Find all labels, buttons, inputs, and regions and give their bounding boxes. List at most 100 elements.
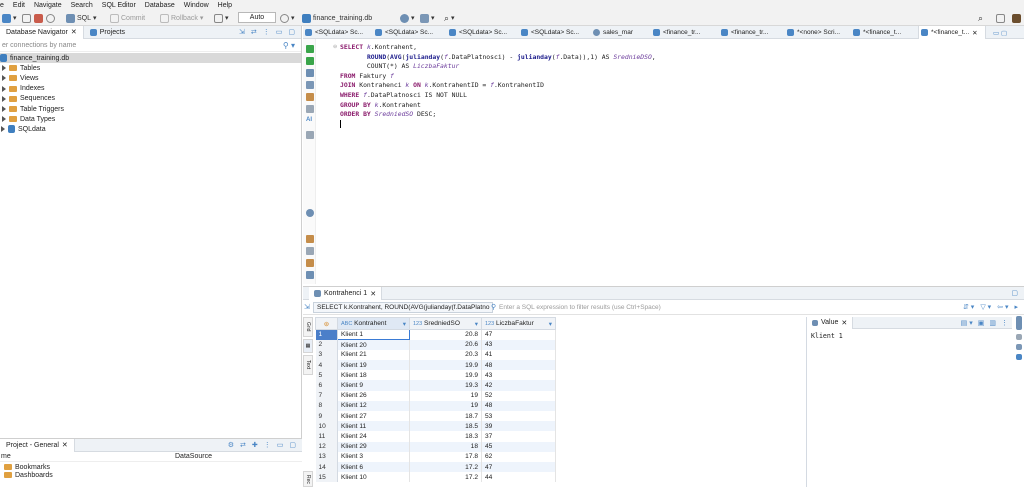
row-number[interactable]: 13 — [315, 451, 338, 462]
row-header-corner[interactable]: ⊛ — [315, 317, 338, 330]
format-icon[interactable] — [306, 81, 314, 89]
column-header-kontrahent[interactable]: ABC Kontrahent ▾ — [337, 317, 410, 330]
import-icon[interactable] — [306, 259, 314, 267]
tab-database-navigator[interactable]: Database Navigator ✕ — [0, 25, 84, 39]
table-row[interactable]: 12 Klient 29 18 45 — [315, 441, 556, 452]
menu-navigate[interactable]: Navigate — [34, 2, 62, 9]
filter-icon[interactable]: ⚲ — [491, 303, 496, 311]
cell-srednie-dso[interactable]: 20.6 — [409, 339, 482, 350]
cell-srednie-dso[interactable]: 18.3 — [409, 431, 482, 442]
sql-editor-button[interactable]: SQL ▾ — [66, 13, 97, 23]
panel-toggle-icon[interactable] — [1016, 316, 1022, 330]
cell-srednie-dso[interactable]: 19.3 — [409, 380, 482, 391]
tree-item-views[interactable]: Views — [0, 73, 301, 83]
tree-item-finance-training-db[interactable]: finance_training.db — [0, 53, 301, 64]
save-value-icon[interactable]: ▣ — [978, 319, 985, 327]
table-row[interactable]: 15 Klient 10 17.2 44 — [315, 472, 556, 483]
refresh-button[interactable] — [46, 13, 55, 23]
cell-kontrahent[interactable]: Klient 26 — [337, 390, 410, 401]
tree-item-data-types[interactable]: Data Types — [0, 114, 301, 124]
close-icon[interactable]: ✕ — [972, 29, 977, 37]
global-search-button[interactable]: ⌕ — [978, 13, 983, 23]
new-connection-button[interactable]: ▾ — [2, 13, 17, 23]
cell-srednie-dso[interactable]: 20.3 — [409, 349, 482, 361]
cell-liczba-faktur[interactable]: 43 — [481, 339, 556, 350]
apply-filter-icon[interactable]: ▽ ▾ — [980, 303, 991, 311]
menu-search[interactable]: Search — [71, 2, 93, 9]
filter-options-icon[interactable]: ⚲ ▾ — [283, 41, 295, 50]
column-name[interactable]: me — [0, 453, 175, 460]
cell-kontrahent[interactable]: Klient 21 — [337, 349, 410, 361]
auto-commit-select[interactable]: Auto — [238, 12, 276, 23]
row-number[interactable]: 14 — [315, 461, 338, 473]
table-row[interactable]: 5 Klient 18 19.9 43 — [315, 370, 556, 381]
cell-kontrahent[interactable]: Klient 3 — [337, 451, 410, 462]
cell-liczba-faktur[interactable]: 52 — [481, 390, 556, 401]
cell-kontrahent[interactable]: Klient 20 — [337, 339, 410, 350]
cell-liczba-faktur[interactable]: 53 — [481, 411, 556, 422]
row-number[interactable]: 2 — [315, 339, 338, 350]
ai-icon[interactable]: AI — [306, 117, 314, 125]
close-icon[interactable]: ✕ — [841, 319, 847, 327]
history-button[interactable]: ▾ — [280, 13, 295, 23]
cell-liczba-faktur[interactable]: 47 — [481, 461, 556, 473]
cell-srednie-dso[interactable]: 19 — [409, 400, 482, 411]
connect-button[interactable] — [22, 13, 31, 23]
expand-arrow-icon[interactable] — [2, 106, 6, 113]
collapse-icon[interactable]: ⇲ — [239, 28, 245, 36]
filter-history-icon[interactable]: ⇵ ▾ — [963, 303, 974, 311]
cell-srednie-dso[interactable]: 19.9 — [409, 370, 482, 381]
cell-liczba-faktur[interactable]: 44 — [481, 472, 556, 483]
execute-icon[interactable] — [306, 45, 314, 53]
content-view-icon[interactable]: ▤ ▾ — [961, 319, 973, 327]
table-row[interactable]: 8 Klient 12 19 48 — [315, 400, 556, 411]
editor-tab-2[interactable]: <SQLdata> Sc... — [375, 26, 439, 39]
tools-button[interactable]: ▾ — [420, 13, 435, 23]
cell-kontrahent[interactable]: Klient 1 — [337, 328, 410, 341]
transaction-mode-button[interactable]: ▾ — [214, 13, 229, 23]
column-header-liczba-faktur[interactable]: 123 LiczbaFaktur ▾ — [481, 317, 556, 330]
row-number[interactable]: 1 — [315, 329, 338, 340]
cell-kontrahent[interactable]: Klient 18 — [337, 370, 410, 381]
references-icon[interactable] — [1016, 344, 1022, 350]
tree-item-table-triggers[interactable]: Table Triggers — [0, 104, 301, 114]
row-number[interactable]: 10 — [315, 421, 338, 432]
row-number[interactable]: 9 — [315, 411, 338, 422]
close-icon[interactable]: ✕ — [370, 290, 376, 298]
column-header-srednie-dso[interactable]: 123 SredniedSO ▾ — [409, 317, 482, 330]
expand-arrow-icon[interactable] — [2, 85, 6, 92]
cell-liczba-faktur[interactable]: 37 — [481, 431, 556, 442]
disconnect-button[interactable] — [34, 13, 43, 23]
menu-database[interactable]: Database — [145, 2, 175, 9]
sql-editor[interactable]: AI ⊖ SELECT k.Kontrahent, ROUND(AVG(juli… — [303, 39, 1024, 284]
perspective-button[interactable] — [996, 13, 1005, 23]
expand-arrow-icon[interactable] — [2, 116, 6, 123]
cell-kontrahent[interactable]: Klient 10 — [337, 472, 410, 483]
filter-expression-input[interactable]: Enter a SQL expression to filter results… — [499, 304, 661, 311]
sql-code[interactable]: SELECT k.Kontrahent, ROUND(AVG(julianday… — [340, 43, 656, 129]
row-number[interactable]: 7 — [315, 390, 338, 401]
add-icon[interactable]: ✚ — [252, 441, 258, 449]
table-row[interactable]: 6 Klient 9 19.3 42 — [315, 380, 556, 391]
row-number[interactable]: 6 — [315, 380, 338, 391]
table-row[interactable]: 4 Klient 19 19.9 48 — [315, 360, 556, 371]
grid-view-toggle[interactable]: Grid — [303, 317, 313, 337]
text-view-toggle[interactable]: Text — [303, 355, 313, 375]
menu-icon[interactable]: ⋮ — [264, 441, 271, 449]
editor-tab-6[interactable]: <finance_tr... — [653, 26, 715, 39]
export-icon[interactable] — [306, 93, 314, 101]
calc-icon[interactable] — [1016, 354, 1022, 360]
cell-liczba-faktur[interactable]: 48 — [481, 360, 556, 371]
schema-button[interactable]: ▾ — [400, 13, 415, 23]
execute-script-icon[interactable] — [306, 57, 314, 65]
menu-sql-editor[interactable]: SQL Editor — [102, 2, 136, 9]
expand-arrow-icon[interactable] — [2, 95, 6, 102]
apply-value-icon[interactable]: ▥ — [989, 319, 996, 327]
editor-tab-5[interactable]: sales_mar — [593, 26, 649, 39]
cell-kontrahent[interactable]: Klient 12 — [337, 400, 410, 411]
editor-tab-4[interactable]: <SQLdata> Sc... — [521, 26, 585, 39]
editor-tab-overflow[interactable]: ▭ ▢ — [993, 26, 1021, 39]
search-button[interactable]: ⌕ ▾ — [444, 13, 455, 23]
table-row[interactable]: 7 Klient 26 19 52 — [315, 390, 556, 401]
cell-srednie-dso[interactable]: 18 — [409, 441, 482, 452]
